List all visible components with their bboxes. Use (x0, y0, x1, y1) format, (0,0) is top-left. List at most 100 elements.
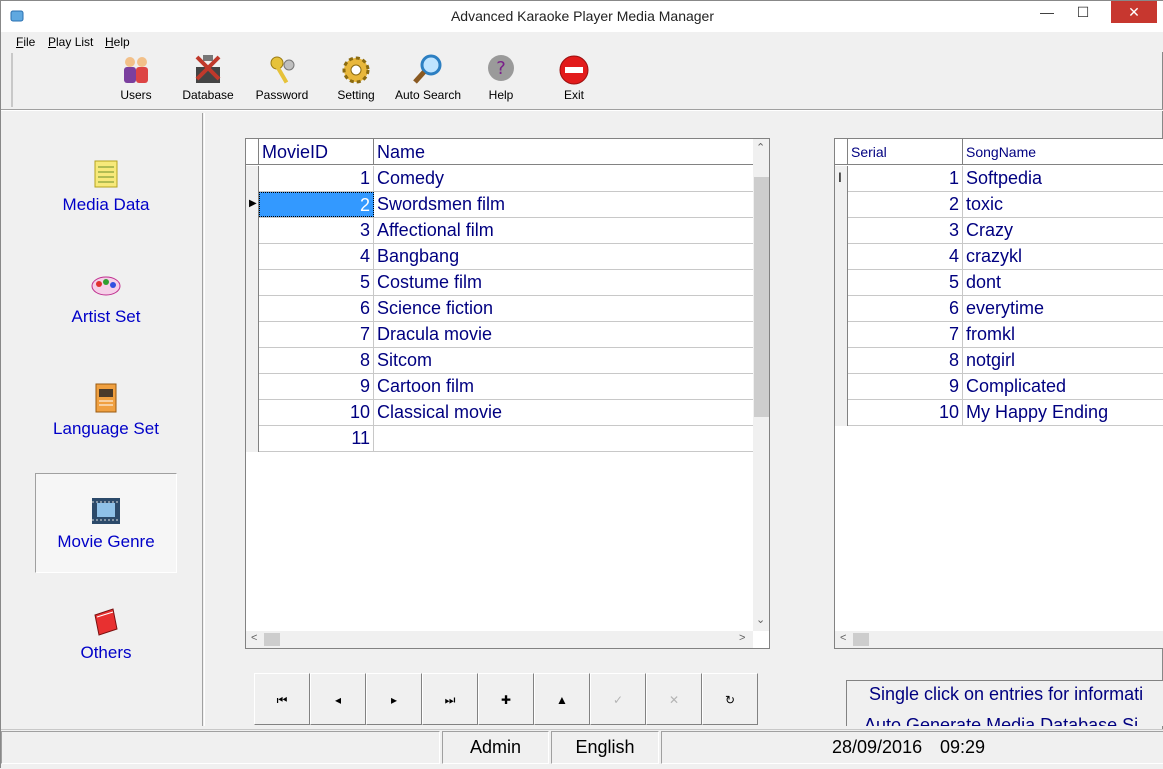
cell-serial[interactable]: 8 (848, 348, 963, 373)
last-record-button[interactable]: ⏭ (422, 673, 478, 725)
cell-serial[interactable]: 6 (848, 296, 963, 321)
cell-name[interactable]: Bangbang (374, 244, 753, 269)
genre-grid-vscrollbar[interactable]: ⌃ ⌄ (753, 139, 769, 631)
row-indicator[interactable] (246, 348, 259, 374)
row-indicator[interactable] (835, 192, 848, 218)
sidebar-item-others[interactable]: Others (35, 605, 177, 705)
menu-file[interactable]: File (16, 35, 35, 49)
cell-movieid[interactable]: 10 (259, 400, 374, 425)
row-indicator[interactable] (835, 374, 848, 400)
row-indicator[interactable] (835, 348, 848, 374)
sidebar-item-language-set[interactable]: Language Set (35, 381, 177, 481)
cell-name[interactable]: Cartoon film (374, 374, 753, 399)
cell-name[interactable]: Swordsmen film (374, 192, 753, 217)
column-header-songname[interactable]: SongName (963, 139, 1163, 165)
cell-songname[interactable]: Softpedia (963, 166, 1163, 191)
row-indicator[interactable] (835, 244, 848, 270)
post-record-button[interactable]: ✓ (590, 673, 646, 725)
delete-record-button[interactable]: ▲ (534, 673, 590, 725)
cell-serial[interactable]: 2 (848, 192, 963, 217)
table-row[interactable]: 5 Costume film (246, 270, 753, 296)
row-indicator[interactable] (246, 400, 259, 426)
sidebar-item-media-data[interactable]: Media Data (35, 157, 177, 257)
cell-name[interactable]: Affectional film (374, 218, 753, 243)
row-indicator[interactable] (246, 166, 259, 192)
table-row[interactable]: 6 Science fiction (246, 296, 753, 322)
first-record-button[interactable]: ⏮ (254, 673, 310, 725)
sidebar-item-movie-genre[interactable]: Movie Genre (35, 473, 177, 573)
cell-serial[interactable]: 10 (848, 400, 963, 425)
cancel-record-button[interactable]: ✕ (646, 673, 702, 725)
cell-songname[interactable]: Crazy (963, 218, 1163, 243)
maximize-button[interactable]: ☐ (1067, 1, 1099, 23)
table-row[interactable]: I 1 Softpedia (835, 166, 1163, 192)
cell-movieid[interactable]: 2 (259, 192, 374, 217)
cell-movieid[interactable]: 6 (259, 296, 374, 321)
close-button[interactable]: ✕ (1111, 1, 1157, 23)
table-row[interactable]: 4 Bangbang (246, 244, 753, 270)
table-row[interactable]: 3 Affectional film (246, 218, 753, 244)
row-indicator[interactable]: ▶ (246, 192, 259, 218)
cell-movieid[interactable]: 1 (259, 166, 374, 191)
cell-songname[interactable]: everytime (963, 296, 1163, 321)
cell-songname[interactable]: fromkl (963, 322, 1163, 347)
table-row[interactable]: 7 fromkl (835, 322, 1163, 348)
row-indicator[interactable] (835, 270, 848, 296)
cell-name[interactable]: Sitcom (374, 348, 753, 373)
row-indicator[interactable]: I (835, 166, 848, 192)
setting-button[interactable]: Setting (319, 53, 393, 107)
column-header-name[interactable]: Name (374, 139, 753, 165)
help-button[interactable]: ? Help (464, 53, 538, 107)
menu-play-list[interactable]: Play List (48, 35, 93, 49)
exit-button[interactable]: Exit (537, 53, 611, 107)
table-row[interactable]: 6 everytime (835, 296, 1163, 322)
table-row[interactable]: 9 Complicated (835, 374, 1163, 400)
genre-grid[interactable]: MovieID Name 1 Comedy ▶ 2 Swordsmen film 3 Aff… (245, 138, 770, 649)
cell-serial[interactable]: 3 (848, 218, 963, 243)
genre-grid-hscrollbar[interactable]: < > (246, 631, 753, 648)
cell-movieid[interactable]: 8 (259, 348, 374, 373)
cell-movieid[interactable]: 5 (259, 270, 374, 295)
cell-songname[interactable]: notgirl (963, 348, 1163, 373)
scroll-left-arrow-icon[interactable]: < (840, 632, 846, 644)
table-row[interactable]: 5 dont (835, 270, 1163, 296)
column-header-serial[interactable]: Serial (848, 139, 963, 165)
row-indicator[interactable] (246, 270, 259, 296)
row-indicator[interactable] (835, 400, 848, 426)
table-row[interactable]: 11 (246, 426, 753, 452)
sidebar-item-artist-set[interactable]: Artist Set (35, 269, 177, 369)
cell-songname[interactable]: crazykl (963, 244, 1163, 269)
song-grid-hscrollbar[interactable]: < (835, 631, 1163, 648)
scroll-down-arrow-icon[interactable]: ⌄ (756, 613, 765, 626)
cell-name[interactable]: Classical movie (374, 400, 753, 425)
table-row[interactable]: 3 Crazy (835, 218, 1163, 244)
cell-movieid[interactable]: 4 (259, 244, 374, 269)
database-button[interactable]: Database (171, 53, 245, 107)
cell-movieid[interactable]: 9 (259, 374, 374, 399)
table-row[interactable]: 1 Comedy (246, 166, 753, 192)
cell-movieid[interactable]: 11 (259, 426, 374, 451)
cell-movieid[interactable]: 3 (259, 218, 374, 243)
table-row[interactable]: 2 toxic (835, 192, 1163, 218)
row-indicator[interactable] (246, 426, 259, 452)
cell-songname[interactable]: toxic (963, 192, 1163, 217)
cell-name[interactable] (374, 426, 753, 451)
next-record-button[interactable]: ▸ (366, 673, 422, 725)
users-button[interactable]: Users (99, 53, 173, 107)
row-indicator[interactable] (246, 374, 259, 400)
table-row[interactable]: 7 Dracula movie (246, 322, 753, 348)
table-row[interactable]: 8 Sitcom (246, 348, 753, 374)
cell-serial[interactable]: 4 (848, 244, 963, 269)
cell-movieid[interactable]: 7 (259, 322, 374, 347)
cell-serial[interactable]: 7 (848, 322, 963, 347)
table-row[interactable]: 8 notgirl (835, 348, 1163, 374)
scroll-right-arrow-icon[interactable]: > (739, 632, 745, 644)
row-indicator[interactable] (246, 218, 259, 244)
table-row[interactable]: 9 Cartoon film (246, 374, 753, 400)
refresh-record-button[interactable]: ↻ (702, 673, 758, 725)
row-indicator[interactable] (246, 296, 259, 322)
cell-serial[interactable]: 1 (848, 166, 963, 191)
table-row[interactable]: 10 Classical movie (246, 400, 753, 426)
hscroll-thumb[interactable] (853, 633, 869, 646)
cell-serial[interactable]: 9 (848, 374, 963, 399)
